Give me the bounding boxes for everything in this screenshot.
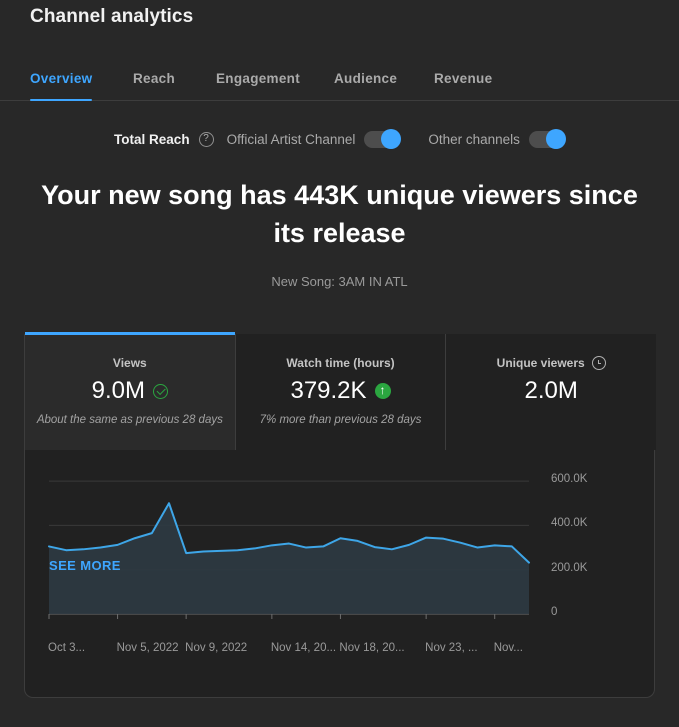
tab-bar: Overview Reach Engagement Audience Revenue: [0, 60, 679, 101]
chart-x-tick-label: Nov...: [493, 642, 523, 654]
other-channels-toggle[interactable]: [528, 129, 566, 149]
metric-value-row: 9.0M: [91, 377, 169, 405]
views-area-chart[interactable]: 600.0K 400.0K 200.0K 0 Oct 3... Nov 5, 2022 No…: [25, 450, 656, 698]
chart-x-tick-label: Nov 18, 20...: [339, 642, 405, 654]
tab-overview[interactable]: Overview: [30, 60, 93, 101]
metric-value: 2.0M: [524, 377, 578, 404]
other-channels-label: Other channels: [428, 131, 520, 147]
analytics-card-panel: Views 9.0M About the same as previous 28…: [24, 332, 657, 698]
toggle-knob: [381, 129, 402, 149]
channel-analytics-page: Channel analytics Overview Reach Engagemen…: [0, 0, 679, 727]
see-more-link[interactable]: SEE MORE: [49, 558, 121, 573]
metric-title-label: Views: [112, 356, 147, 370]
metric-value-row: 379.2K: [290, 377, 391, 405]
total-reach-label: Total Reach: [114, 131, 190, 147]
tab-label: Reach: [133, 71, 176, 86]
tab-label: Revenue: [434, 71, 493, 86]
highlight-subhead: New Song: 3AM IN ATL: [271, 274, 408, 289]
page-title: Channel analytics: [30, 6, 194, 27]
chart-y-tick-label: 0: [551, 606, 558, 618]
metric-value-row: 2.0M: [525, 377, 578, 405]
metric-value: 9.0M: [91, 377, 146, 404]
chart-y-tick-label: 200.0K: [551, 561, 588, 574]
tab-revenue[interactable]: Revenue: [434, 60, 492, 101]
metric-card-watch-time[interactable]: Watch time (hours) 379.2K 7% more than p…: [235, 334, 447, 450]
metric-subtitle: 7% more than previous 28 days: [259, 414, 422, 426]
official-artist-channel-toggle[interactable]: [364, 129, 402, 149]
chart-x-tick-label: Nov 5, 2022: [116, 642, 179, 654]
tab-audience[interactable]: Audience: [334, 60, 397, 101]
metric-title-label: Unique viewers: [496, 356, 585, 370]
arrow-up-circle-icon: [374, 382, 391, 399]
metric-cards: Views 9.0M About the same as previous 28…: [25, 332, 657, 450]
metric-value: 379.2K: [290, 377, 367, 404]
chart-x-tick-label: Nov 14, 20...: [270, 642, 337, 654]
metric-title: Views: [113, 356, 147, 370]
metric-title-label: Watch time (hours): [286, 356, 395, 370]
help-circle-icon[interactable]: ?: [198, 131, 214, 147]
metric-title: Unique viewers: [497, 356, 606, 370]
metric-subtitle: About the same as previous 28 days: [36, 414, 223, 426]
chart-x-tick-label: Nov 9, 2022: [185, 642, 248, 654]
tab-label: Audience: [334, 71, 398, 86]
chart-x-tick-label: Oct 3...: [48, 642, 86, 654]
chart-y-tick-label: 400.0K: [551, 517, 588, 530]
tab-reach[interactable]: Reach: [133, 60, 175, 101]
clock-icon: [591, 356, 606, 370]
tab-label: Overview: [30, 71, 93, 86]
metric-card-unique-viewers[interactable]: Unique viewers 2.0M: [446, 334, 657, 450]
chart-x-tick-label: Nov 23, ...: [425, 642, 478, 654]
official-artist-channel-label: Official Artist Channel: [226, 131, 356, 147]
check-circle-icon: [153, 383, 169, 399]
chart-y-tick-label: 600.0K: [551, 473, 588, 486]
tab-label: Engagement: [216, 71, 301, 86]
chart-area-fill: [49, 503, 529, 614]
metric-card-views[interactable]: Views 9.0M About the same as previous 28…: [25, 332, 236, 450]
highlight-headline: Your new song has 443K unique viewers si…: [41, 180, 638, 249]
metric-title: Watch time (hours): [286, 356, 394, 370]
toggle-knob: [545, 129, 566, 149]
tab-engagement[interactable]: Engagement: [216, 60, 300, 101]
total-reach-filter-row: Total Reach ? Official Artist Channel Ot…: [0, 124, 679, 154]
